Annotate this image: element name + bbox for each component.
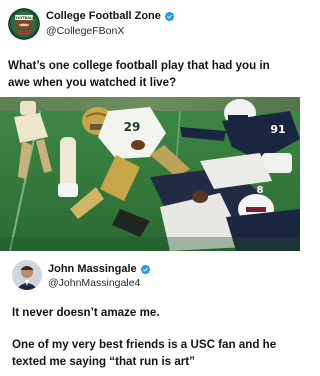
football-play-photo: 29 91 8 [0, 97, 300, 251]
reply-text-line-1: It never doesn’t amaze me. [12, 306, 160, 319]
verified-badge-icon [164, 11, 175, 21]
jersey-number-2: 91 [270, 123, 285, 136]
reply-author-name-row: John Massingale [48, 263, 151, 275]
avatar-logo-text: FOOTBALL [13, 16, 35, 20]
person-avatar-icon [12, 260, 42, 290]
author-handle[interactable]: @CollegeFBonX [46, 25, 124, 37]
jersey-number-3: 8 [257, 185, 264, 196]
college-football-zone-logo-icon: FOOTBALL [8, 8, 40, 40]
reply-avatar[interactable] [12, 260, 42, 290]
tweet-text: What’s one college football play that ha… [8, 59, 270, 89]
jersey-number-1: 29 [124, 120, 141, 134]
reply-header: John Massingale @JohnMassingale4 [8, 259, 292, 293]
reply-text-line-2: One of my very best friends is a USC fan… [12, 338, 277, 368]
author-name-row: College Football Zone [46, 10, 175, 22]
tweet-media-image[interactable]: 29 91 8 [0, 97, 300, 251]
reply-author-handle[interactable]: @JohnMassingale4 [48, 277, 140, 289]
reply-author-name[interactable]: John Massingale [48, 263, 137, 275]
verified-badge-icon [140, 264, 150, 274]
avatar[interactable]: FOOTBALL [8, 8, 40, 40]
tweet-header: FOOTBALL College Football Zone @CollegeF… [8, 6, 292, 42]
author-name[interactable]: College Football Zone [46, 10, 161, 22]
